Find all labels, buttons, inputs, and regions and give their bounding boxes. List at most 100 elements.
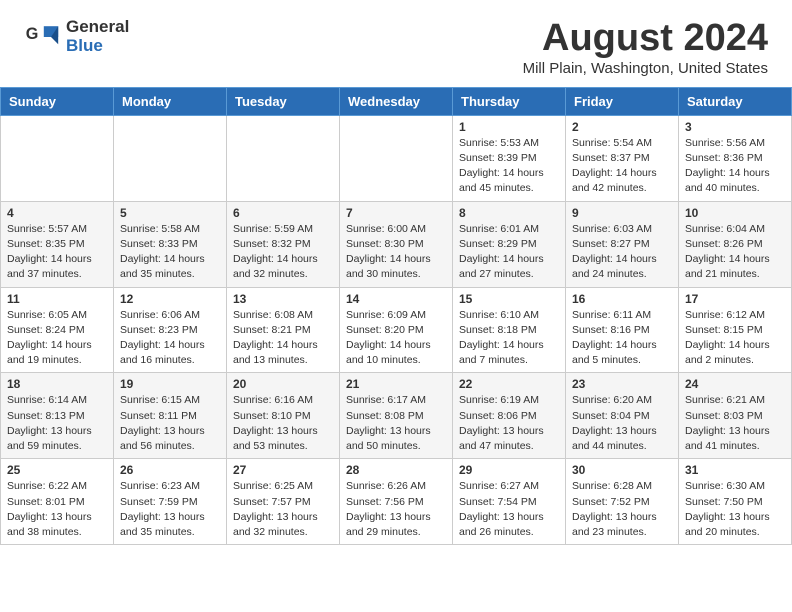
weekday-header-monday: Monday xyxy=(114,87,227,115)
day-number: 30 xyxy=(572,463,672,477)
day-info: Sunrise: 6:10 AM Sunset: 8:18 PM Dayligh… xyxy=(459,308,559,369)
day-number: 28 xyxy=(346,463,446,477)
calendar-cell: 12Sunrise: 6:06 AM Sunset: 8:23 PM Dayli… xyxy=(114,287,227,373)
day-number: 31 xyxy=(685,463,785,477)
calendar-cell: 18 Sunrise: 6:14 AM Sunset: 8:13 PM Dayli… xyxy=(1,373,114,459)
calendar-cell: 6 Sunrise: 5:59 AM Sunset: 8:32 PM Daylig… xyxy=(227,201,340,287)
calendar-cell: 26Sunrise: 6:23 AM Sunset: 7:59 PM Dayli… xyxy=(114,459,227,545)
day-number: 6 xyxy=(233,206,333,220)
calendar-cell: 28 Sunrise: 6:26 AM Sunset: 7:56 PM Dayli… xyxy=(340,459,453,545)
day-info: Sunrise: 5:59 AM Sunset: 8:32 PM Dayligh… xyxy=(233,222,333,283)
day-number: 21 xyxy=(346,377,446,391)
weekday-header-sunday: Sunday xyxy=(1,87,114,115)
day-info: Sunrise: 5:56 AM Sunset: 8:36 PM Dayligh… xyxy=(685,136,785,197)
calendar-cell: 11 Sunrise: 6:05 AM Sunset: 8:24 PM Dayli… xyxy=(1,287,114,373)
title-block: August 2024 Mill Plain, Washington, Unit… xyxy=(523,18,768,77)
day-info: Sunrise: 6:17 AM Sunset: 8:08 PM Dayligh… xyxy=(346,393,446,454)
calendar-cell: 13 Sunrise: 6:08 AM Sunset: 8:21 PM Dayli… xyxy=(227,287,340,373)
day-number: 1 xyxy=(459,120,559,134)
logo-blue: Blue xyxy=(66,37,129,56)
day-number: 11 xyxy=(7,292,107,306)
day-number: 17 xyxy=(685,292,785,306)
day-info: Sunrise: 6:26 AM Sunset: 7:56 PM Dayligh… xyxy=(346,479,446,540)
calendar-cell: 15 Sunrise: 6:10 AM Sunset: 8:18 PM Dayli… xyxy=(453,287,566,373)
day-info: Sunrise: 5:57 AM Sunset: 8:35 PM Dayligh… xyxy=(7,222,107,283)
day-number: 18 xyxy=(7,377,107,391)
calendar-cell: 9 Sunrise: 6:03 AM Sunset: 8:27 PM Daylig… xyxy=(566,201,679,287)
calendar-location: Mill Plain, Washington, United States xyxy=(523,60,768,77)
calendar-cell: 23 Sunrise: 6:20 AM Sunset: 8:04 PM Dayli… xyxy=(566,373,679,459)
weekday-header-saturday: Saturday xyxy=(679,87,792,115)
day-info: Sunrise: 6:21 AM Sunset: 8:03 PM Dayligh… xyxy=(685,393,785,454)
day-number: 15 xyxy=(459,292,559,306)
day-info: Sunrise: 6:27 AM Sunset: 7:54 PM Dayligh… xyxy=(459,479,559,540)
day-number: 7 xyxy=(346,206,446,220)
calendar-cell: 2 Sunrise: 5:54 AM Sunset: 8:37 PM Daylig… xyxy=(566,115,679,201)
calendar-cell: 5 Sunrise: 5:58 AM Sunset: 8:33 PM Daylig… xyxy=(114,201,227,287)
day-number: 5 xyxy=(120,206,220,220)
day-number: 24 xyxy=(685,377,785,391)
day-info: Sunrise: 6:08 AM Sunset: 8:21 PM Dayligh… xyxy=(233,308,333,369)
page-header: G General Blue August 2024 Mill Plain, W… xyxy=(0,0,792,87)
day-info: Sunrise: 6:15 AM Sunset: 8:11 PM Dayligh… xyxy=(120,393,220,454)
day-info: Sunrise: 6:20 AM Sunset: 8:04 PM Dayligh… xyxy=(572,393,672,454)
calendar-cell: 22Sunrise: 6:19 AM Sunset: 8:06 PM Dayli… xyxy=(453,373,566,459)
calendar-week-row: 4 Sunrise: 5:57 AM Sunset: 8:35 PM Daylig… xyxy=(1,201,792,287)
calendar-cell: 1 Sunrise: 5:53 AM Sunset: 8:39 PM Daylig… xyxy=(453,115,566,201)
day-number: 9 xyxy=(572,206,672,220)
weekday-header-thursday: Thursday xyxy=(453,87,566,115)
day-info: Sunrise: 6:25 AM Sunset: 7:57 PM Dayligh… xyxy=(233,479,333,540)
day-info: Sunrise: 5:53 AM Sunset: 8:39 PM Dayligh… xyxy=(459,136,559,197)
calendar-cell xyxy=(340,115,453,201)
day-number: 10 xyxy=(685,206,785,220)
logo-icon: G xyxy=(24,19,60,55)
day-info: Sunrise: 6:16 AM Sunset: 8:10 PM Dayligh… xyxy=(233,393,333,454)
weekday-header-row: SundayMondayTuesdayWednesdayThursdayFrid… xyxy=(1,87,792,115)
day-number: 16 xyxy=(572,292,672,306)
day-number: 13 xyxy=(233,292,333,306)
day-info: Sunrise: 6:03 AM Sunset: 8:27 PM Dayligh… xyxy=(572,222,672,283)
day-number: 20 xyxy=(233,377,333,391)
calendar-cell: 16 Sunrise: 6:11 AM Sunset: 8:16 PM Dayli… xyxy=(566,287,679,373)
day-number: 27 xyxy=(233,463,333,477)
calendar-cell: 29 Sunrise: 6:27 AM Sunset: 7:54 PM Dayli… xyxy=(453,459,566,545)
calendar-cell: 14Sunrise: 6:09 AM Sunset: 8:20 PM Dayli… xyxy=(340,287,453,373)
day-number: 2 xyxy=(572,120,672,134)
logo: G General Blue xyxy=(24,18,129,55)
calendar-cell xyxy=(227,115,340,201)
calendar-week-row: 18 Sunrise: 6:14 AM Sunset: 8:13 PM Dayli… xyxy=(1,373,792,459)
calendar-cell: 7 Sunrise: 6:00 AM Sunset: 8:30 PM Daylig… xyxy=(340,201,453,287)
day-info: Sunrise: 6:22 AM Sunset: 8:01 PM Dayligh… xyxy=(7,479,107,540)
day-info: Sunrise: 6:28 AM Sunset: 7:52 PM Dayligh… xyxy=(572,479,672,540)
svg-text:G: G xyxy=(26,24,39,42)
calendar-cell xyxy=(114,115,227,201)
day-info: Sunrise: 6:19 AM Sunset: 8:06 PM Dayligh… xyxy=(459,393,559,454)
calendar-cell: 30 Sunrise: 6:28 AM Sunset: 7:52 PM Dayli… xyxy=(566,459,679,545)
calendar-cell: 10Sunrise: 6:04 AM Sunset: 8:26 PM Dayli… xyxy=(679,201,792,287)
weekday-header-wednesday: Wednesday xyxy=(340,87,453,115)
calendar-cell: 25 Sunrise: 6:22 AM Sunset: 8:01 PM Dayli… xyxy=(1,459,114,545)
day-info: Sunrise: 6:14 AM Sunset: 8:13 PM Dayligh… xyxy=(7,393,107,454)
day-info: Sunrise: 6:11 AM Sunset: 8:16 PM Dayligh… xyxy=(572,308,672,369)
calendar-cell: 31Sunrise: 6:30 AM Sunset: 7:50 PM Dayli… xyxy=(679,459,792,545)
day-number: 19 xyxy=(120,377,220,391)
calendar-cell: 19 Sunrise: 6:15 AM Sunset: 8:11 PM Dayli… xyxy=(114,373,227,459)
day-number: 4 xyxy=(7,206,107,220)
calendar-cell: 21 Sunrise: 6:17 AM Sunset: 8:08 PM Dayli… xyxy=(340,373,453,459)
day-number: 25 xyxy=(7,463,107,477)
logo-general: General xyxy=(66,18,129,37)
day-number: 14 xyxy=(346,292,446,306)
day-info: Sunrise: 5:58 AM Sunset: 8:33 PM Dayligh… xyxy=(120,222,220,283)
calendar-cell: 20 Sunrise: 6:16 AM Sunset: 8:10 PM Dayli… xyxy=(227,373,340,459)
calendar-cell: 17Sunrise: 6:12 AM Sunset: 8:15 PM Dayli… xyxy=(679,287,792,373)
day-number: 23 xyxy=(572,377,672,391)
day-info: Sunrise: 6:00 AM Sunset: 8:30 PM Dayligh… xyxy=(346,222,446,283)
logo-text: General Blue xyxy=(66,18,129,55)
day-info: Sunrise: 6:05 AM Sunset: 8:24 PM Dayligh… xyxy=(7,308,107,369)
day-info: Sunrise: 6:23 AM Sunset: 7:59 PM Dayligh… xyxy=(120,479,220,540)
weekday-header-tuesday: Tuesday xyxy=(227,87,340,115)
calendar-cell: 24 Sunrise: 6:21 AM Sunset: 8:03 PM Dayli… xyxy=(679,373,792,459)
day-number: 12 xyxy=(120,292,220,306)
day-number: 29 xyxy=(459,463,559,477)
day-info: Sunrise: 5:54 AM Sunset: 8:37 PM Dayligh… xyxy=(572,136,672,197)
